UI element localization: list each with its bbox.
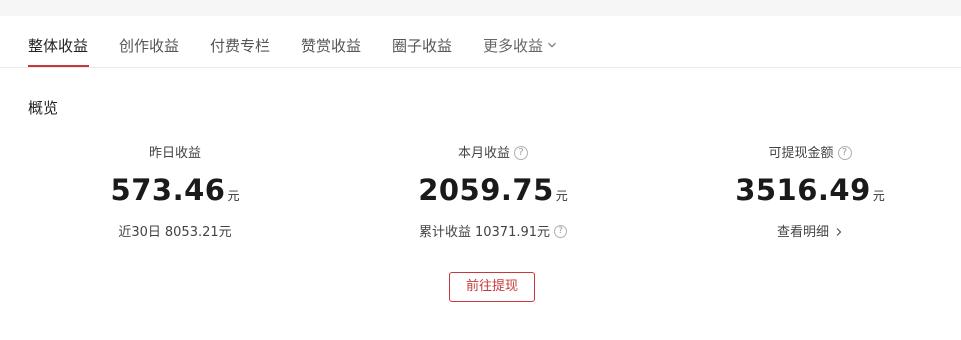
stat-withdrawable: 可提现金额? 3516.49 元 查看明细 [680, 144, 940, 242]
earnings-panel: 整体收益 创作收益 付费专栏 赞赏收益 圈子收益 更多收益 概览 昨日收益 57… [0, 16, 961, 340]
chevron-right-icon [836, 227, 842, 236]
question-circle-icon[interactable]: ? [554, 225, 568, 238]
active-tab-indicator [28, 65, 89, 67]
last-30-days-value: 8053.21元 [164, 225, 232, 240]
stat-month-earnings: 本月收益? 2059.75 元 累计收益 10371.91元? [363, 144, 623, 242]
withdrawable-label-row: 可提现金额? [680, 144, 940, 164]
overview-title: 概览 [28, 99, 59, 117]
tab-tip-earnings[interactable]: 赞赏收益 [301, 36, 361, 56]
tab-circle-earnings[interactable]: 圈子收益 [392, 36, 452, 56]
chevron-down-icon [548, 42, 556, 48]
earnings-tabs: 整体收益 创作收益 付费专栏 赞赏收益 圈子收益 更多收益 [0, 16, 961, 68]
yesterday-value-row: 573.46 元 [45, 172, 305, 214]
yesterday-label: 昨日收益 [148, 146, 201, 161]
withdrawable-value: 3516.49 [735, 173, 871, 207]
last-30-days: 近30日 8053.21元 [45, 224, 305, 242]
view-details-link[interactable]: 查看明细 [680, 224, 940, 242]
tab-more-label: 更多收益 [483, 37, 544, 55]
withdrawable-label: 可提现金额 [768, 146, 834, 161]
yesterday-unit: 元 [227, 189, 240, 203]
question-circle-icon[interactable]: ? [514, 145, 528, 160]
tab-overall-earnings[interactable]: 整体收益 [28, 36, 88, 56]
question-circle-icon[interactable]: ? [837, 145, 852, 160]
month-value-row: 2059.75 元 [363, 172, 623, 214]
withdraw-button[interactable]: 前往提现 [449, 272, 535, 302]
total-earnings-label: 累计收益 [418, 225, 471, 240]
month-label-row: 本月收益? [363, 144, 623, 164]
tab-paid-column[interactable]: 付费专栏 [210, 36, 270, 56]
tab-more-earnings[interactable]: 更多收益 [483, 36, 557, 56]
withdrawable-unit: 元 [872, 189, 885, 203]
tab-creation-earnings[interactable]: 创作收益 [119, 36, 179, 56]
stat-yesterday-earnings: 昨日收益 573.46 元 近30日 8053.21元 [45, 144, 305, 242]
yesterday-value: 573.46 [110, 173, 226, 207]
month-label: 本月收益 [457, 146, 510, 161]
total-earnings: 累计收益 10371.91元? [363, 224, 623, 242]
last-30-days-label: 近30日 [118, 225, 161, 240]
total-earnings-value: 10371.91元 [474, 225, 551, 240]
view-details-label: 查看明细 [776, 225, 829, 240]
withdrawable-value-row: 3516.49 元 [680, 172, 940, 214]
month-unit: 元 [555, 189, 568, 203]
month-value: 2059.75 [418, 173, 554, 207]
